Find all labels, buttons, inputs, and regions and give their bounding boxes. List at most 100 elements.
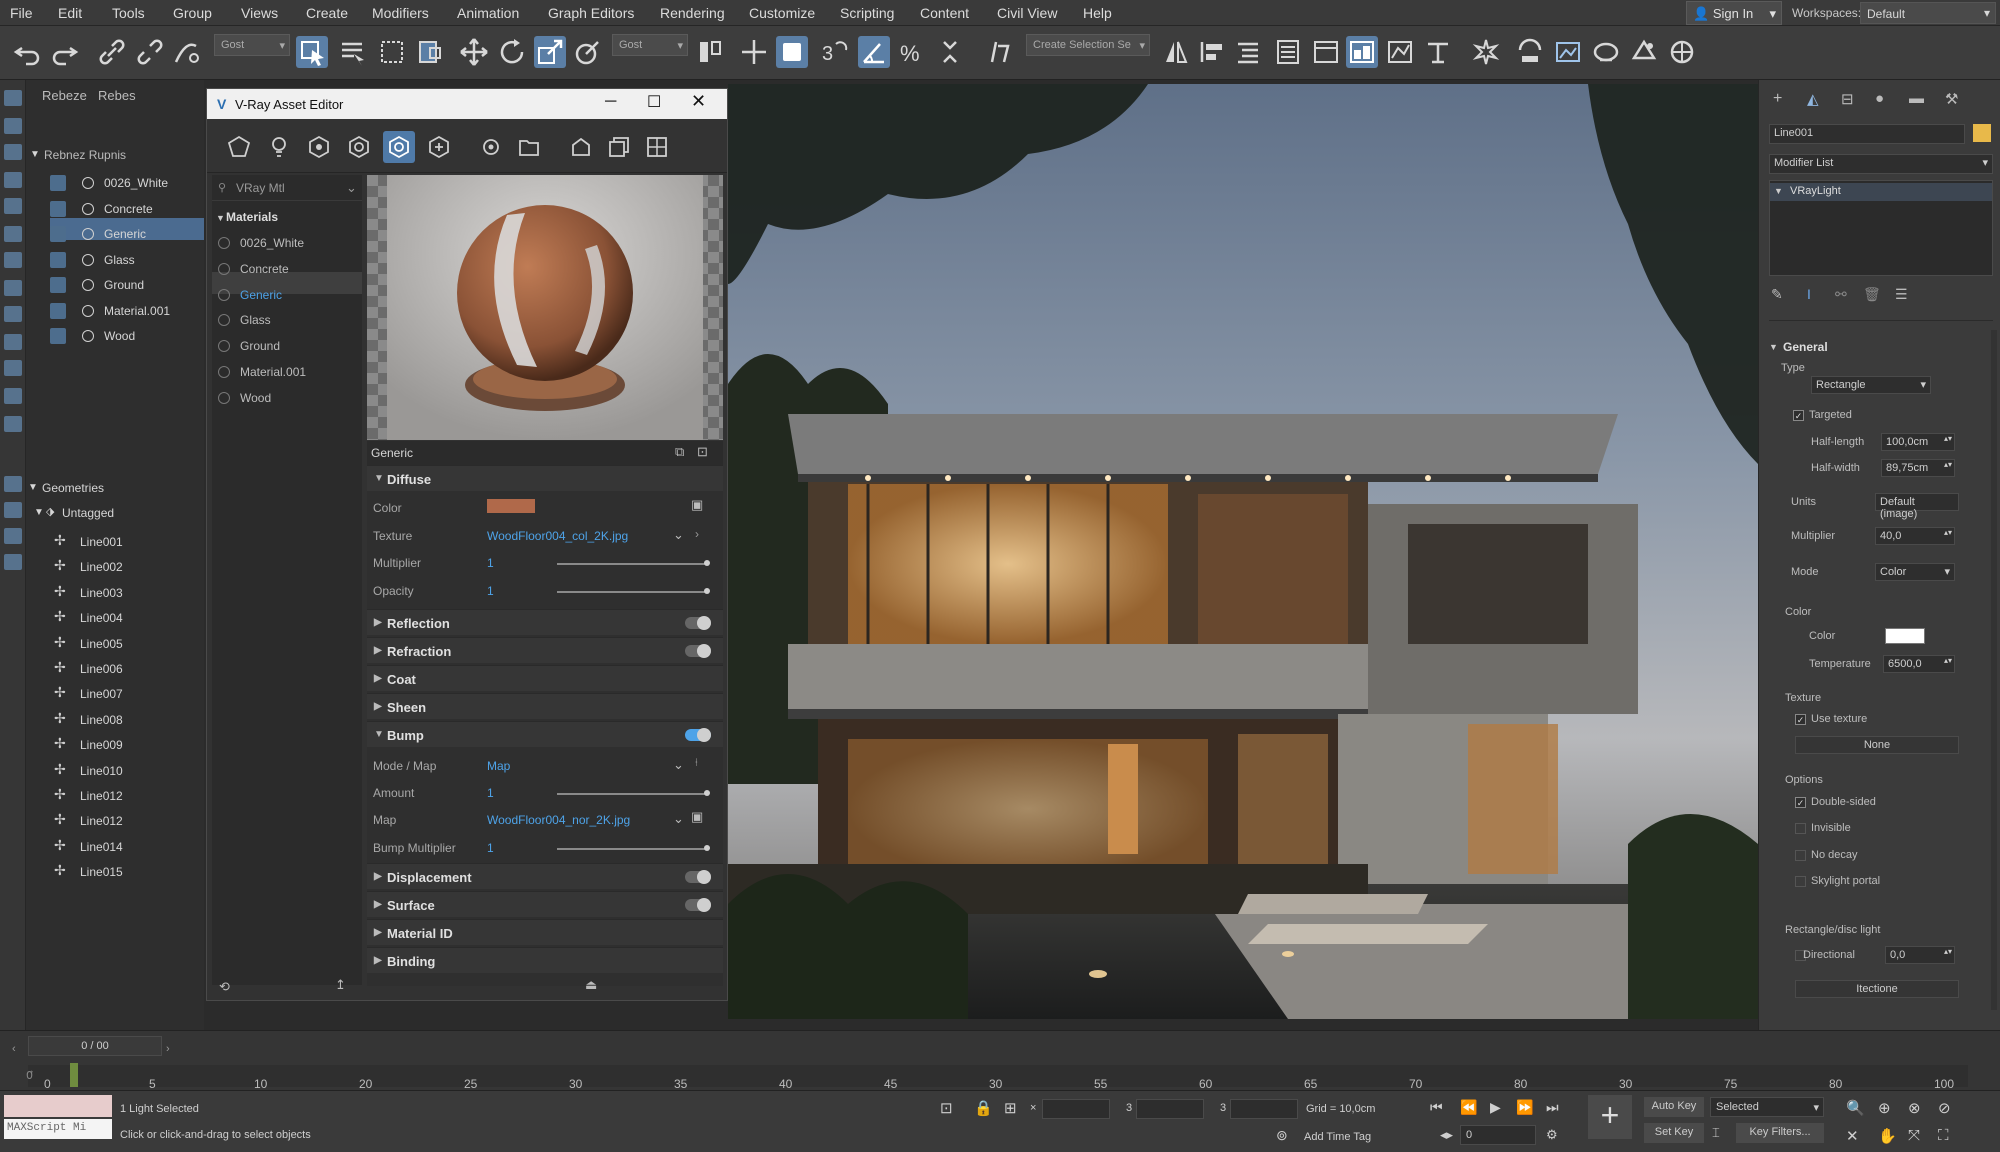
set-key-icon[interactable]: + [1588, 1095, 1632, 1139]
modify-tab-icon[interactable]: ◭ [1807, 90, 1819, 108]
render-settings-icon[interactable] [479, 135, 503, 159]
menu-content[interactable]: Content [920, 5, 969, 21]
targeted-checkbox[interactable]: ✓ [1793, 410, 1804, 421]
bind-space-warp-icon[interactable] [170, 36, 202, 68]
chevron-down-icon[interactable]: ⌄ [673, 757, 684, 773]
shape-icon[interactable] [4, 198, 22, 214]
time-cursor[interactable] [70, 1063, 78, 1087]
surface-toggle[interactable] [685, 898, 711, 912]
skylight-portal-checkbox[interactable] [1795, 876, 1806, 887]
select-manipulate-icon[interactable] [738, 36, 770, 68]
container-icon[interactable] [4, 554, 22, 570]
isolate-selection-icon[interactable]: ⊡ [940, 1099, 953, 1117]
bump-amount-slider[interactable] [557, 790, 710, 796]
spinner-snap-icon[interactable] [934, 36, 966, 68]
helper-icon[interactable] [4, 280, 22, 296]
diffuse-multiplier-slider[interactable] [557, 560, 710, 566]
filter-icon[interactable] [4, 118, 22, 134]
display-icon[interactable] [4, 90, 22, 106]
display-tab-icon[interactable]: ▬ [1909, 90, 1924, 107]
bump-multiplier-value[interactable]: 1 [487, 841, 494, 855]
placement-icon[interactable] [572, 36, 604, 68]
modifier-list-dropdown[interactable]: Modifier List ▾ [1769, 154, 1993, 174]
hide-icon[interactable] [4, 502, 22, 518]
explorer-line-row[interactable]: ✢ Line002 [54, 557, 194, 577]
explorer-material-row[interactable]: Glass [50, 250, 200, 270]
light-filter-icon[interactable] [267, 135, 291, 159]
move-icon[interactable] [458, 36, 490, 68]
z-coordinate-field[interactable] [1230, 1099, 1298, 1119]
go-to-end-icon[interactable]: ⏭ [1546, 1099, 1559, 1116]
explorer-line-row[interactable]: ✢ Line014 [54, 837, 194, 857]
key-tangent-icon[interactable]: ⌶ [1712, 1125, 1720, 1141]
align-icon[interactable] [1196, 36, 1228, 68]
section-reflection[interactable]: ▶ Reflection [367, 609, 723, 635]
explorer-line-row[interactable]: ✢ Line012 [54, 811, 194, 831]
no-decay-checkbox[interactable] [1795, 850, 1806, 861]
zoom-extents-icon[interactable]: ⊗ [1908, 1099, 1921, 1117]
explorer-material-row[interactable]: 0026_White [50, 173, 200, 193]
named-selection-sets-dropdown[interactable]: Create Selection Se ▾ [1026, 34, 1150, 56]
asset-material-row[interactable]: Material.001 [212, 362, 362, 382]
bump-multiplier-slider[interactable] [557, 845, 710, 851]
upload-icon[interactable]: ↥ [335, 977, 346, 993]
light-color-swatch[interactable] [1885, 628, 1925, 644]
visibility-icon[interactable] [50, 175, 66, 191]
group-icon[interactable] [4, 416, 22, 432]
section-material-id[interactable]: ▶ Material ID [367, 919, 723, 945]
select-object-icon[interactable] [296, 36, 328, 68]
units-dropdown[interactable]: Default (image) [1875, 493, 1959, 520]
freeze-icon[interactable] [4, 476, 22, 492]
snaps-toggle-icon[interactable]: 3 [818, 36, 850, 68]
next-frame-icon[interactable]: ⏩ [1516, 1099, 1533, 1116]
link-icon[interactable] [96, 36, 128, 68]
mirror-icon[interactable] [1160, 36, 1192, 68]
directional-spinner[interactable]: 0,0 ▴▾ [1885, 946, 1955, 964]
set-key-button[interactable]: Set Key [1644, 1123, 1704, 1143]
refraction-toggle[interactable] [685, 644, 711, 658]
menu-views[interactable]: Views [241, 5, 278, 21]
zoom-extents-all-icon[interactable]: ⊘ [1938, 1099, 1951, 1117]
displacement-toggle[interactable] [685, 870, 711, 884]
zoom-icon[interactable]: 🔍 [1846, 1099, 1865, 1117]
vray-frame-buffer-icon[interactable] [1666, 36, 1698, 68]
menu-customize[interactable]: Customize [749, 5, 815, 21]
camera-icon[interactable] [4, 252, 22, 268]
time-configuration-icon[interactable]: ⚙ [1546, 1127, 1558, 1143]
x-coordinate-field[interactable] [1042, 1099, 1110, 1119]
unlink-icon[interactable] [134, 36, 166, 68]
select-by-name-icon[interactable] [336, 36, 368, 68]
menu-file[interactable]: File [10, 5, 33, 21]
maximize-viewport-icon[interactable]: ⛶ [1938, 1127, 1949, 1144]
render-viewport[interactable] [728, 84, 1758, 1019]
layer-icon[interactable] [4, 528, 22, 544]
type-filter-dropdown[interactable]: ⚲ VRay Mtl ⌄ [212, 175, 362, 201]
texture-slot-icon[interactable]: ▣ [691, 809, 703, 825]
render-element-icon[interactable]: ⏏ [585, 977, 597, 993]
texture-slot-icon[interactable]: ▣ [691, 497, 703, 513]
geometry-icon[interactable] [4, 172, 22, 188]
menu-help[interactable]: Help [1083, 5, 1112, 21]
section-bump[interactable]: ▼ Bump [367, 721, 723, 747]
section-sheen[interactable]: ▶ Sheen [367, 693, 723, 719]
visibility-icon[interactable] [50, 277, 66, 293]
multiplier-spinner[interactable]: 40,0 ▴▾ [1875, 527, 1955, 545]
menu-civil-view[interactable]: Civil View [997, 5, 1057, 21]
remove-modifier-icon[interactable]: 🗑 [1863, 286, 1881, 303]
clear-texture-icon[interactable]: › [695, 527, 699, 541]
menu-tools[interactable]: Tools [112, 5, 145, 21]
bump-mode-dropdown[interactable]: Map [487, 759, 510, 773]
prev-frame-icon[interactable]: ‹ [12, 1043, 16, 1055]
angle-snap-icon[interactable] [858, 36, 890, 68]
bone-icon[interactable] [4, 334, 22, 350]
diffuse-opacity-slider[interactable] [557, 588, 710, 594]
explorer-material-row[interactable]: Material.001 [50, 301, 200, 321]
diffuse-multiplier-value[interactable]: 1 [487, 556, 494, 570]
hierarchy-icon[interactable] [4, 144, 22, 160]
reference-coordinate-dropdown[interactable]: Gost ▾ [612, 34, 688, 56]
explorer-line-row[interactable]: ✢ Line005 [54, 634, 194, 654]
diffuse-color-swatch[interactable] [487, 499, 535, 513]
geometries-group[interactable]: Geometries [42, 481, 104, 495]
explorer-line-row[interactable]: ✢ Line015 [54, 862, 194, 882]
vray-render-icon[interactable] [1590, 36, 1622, 68]
